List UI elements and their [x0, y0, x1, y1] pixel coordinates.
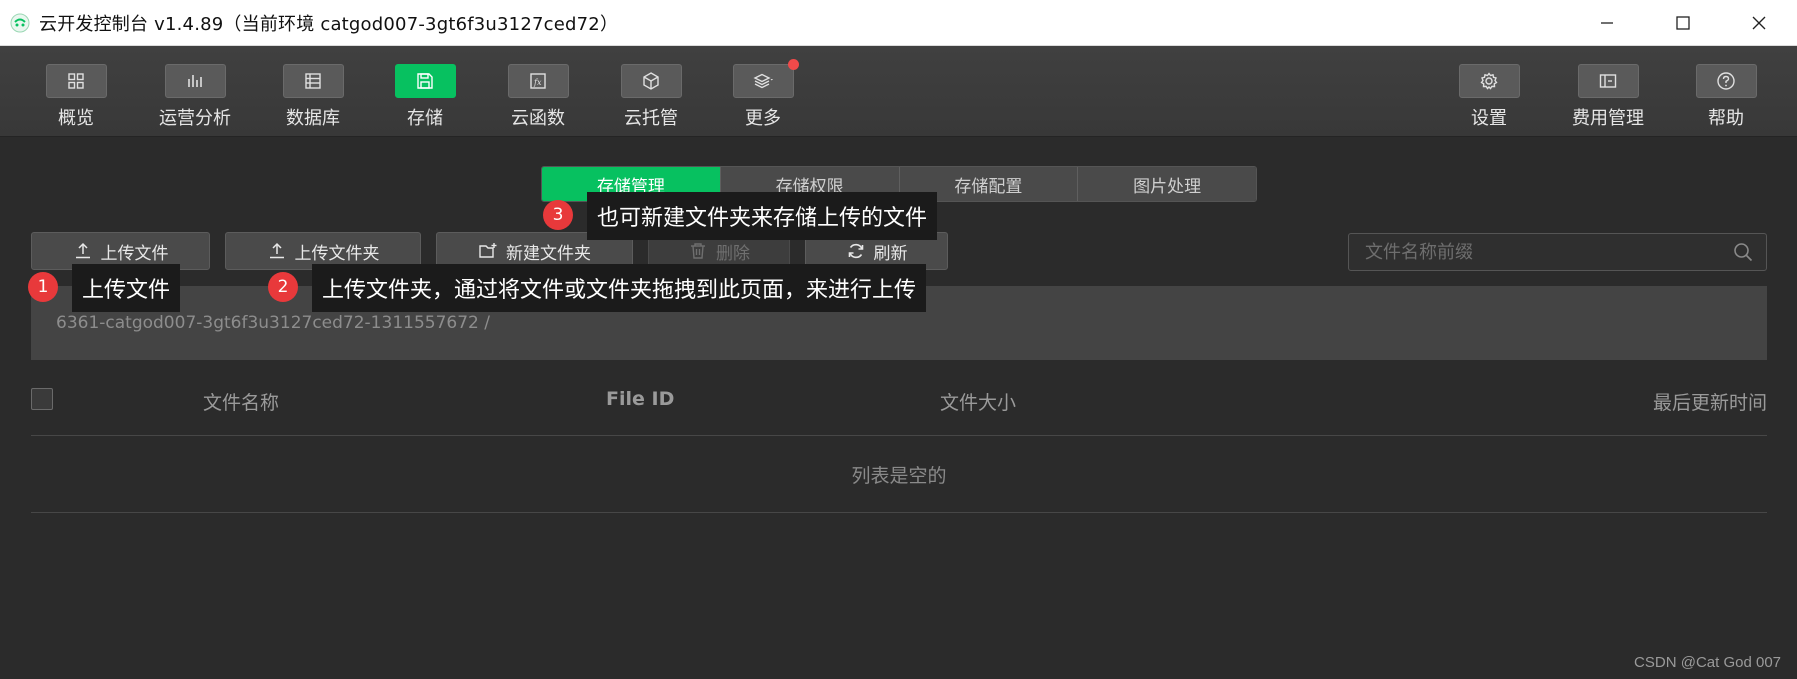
select-all-checkbox[interactable] [31, 388, 53, 410]
window-title: 云开发控制台 v1.4.89（当前环境 catgod007-3gt6f3u312… [39, 13, 619, 35]
title-bar: 云开发控制台 v1.4.89（当前环境 catgod007-3gt6f3u312… [0, 0, 1797, 46]
search-box [1348, 233, 1767, 271]
annotation-callout-2: 上传文件夹，通过将文件或文件夹拖拽到此页面，来进行上传 [312, 264, 927, 312]
toolbar-item-overview[interactable]: 概览 [21, 64, 131, 134]
wallet-icon [1599, 74, 1617, 88]
toolbar-label: 费用管理 [1572, 108, 1644, 129]
more-button[interactable] [732, 59, 799, 98]
maximize-icon [1676, 16, 1690, 30]
toolbar-item-storage[interactable]: 存储 [370, 64, 480, 134]
new-folder-icon [479, 243, 497, 258]
toolbar-item-analytics[interactable]: 运营分析 [140, 64, 250, 134]
database-button[interactable] [282, 64, 344, 98]
refresh-icon [848, 243, 863, 259]
function-icon: fx [530, 73, 546, 89]
search-icon[interactable] [1732, 241, 1754, 263]
help-button[interactable] [1695, 64, 1757, 98]
annotation-badge-2: 2 [268, 272, 298, 302]
table-header: 文件名称 File ID 文件大小 最后更新时间 [31, 376, 1767, 436]
app-logo-icon [10, 13, 30, 32]
toolbar-label: 云函数 [511, 108, 565, 129]
layers-icon [753, 73, 773, 89]
functions-button[interactable]: fx [507, 64, 569, 98]
column-header-updated-time: 最后更新时间 [1652, 392, 1767, 414]
analytics-button[interactable] [164, 64, 226, 98]
toolbar-label: 存储 [407, 108, 443, 129]
toolbar-label: 更多 [745, 108, 781, 129]
annotation-callout-1: 上传文件 [72, 264, 181, 312]
toolbar-label: 设置 [1471, 108, 1507, 129]
bar-chart-icon [188, 75, 202, 87]
toolbar-label: 概览 [58, 108, 94, 129]
main-toolbar: 概览 运营分析 数据库 存储 fx 云函数 云托管 更多 设置 费用管理 帮助 [0, 46, 1797, 137]
toolbar-label: 数据库 [286, 108, 340, 129]
watermark-text: CSDN @Cat God 007 [1634, 654, 1781, 671]
annotation-badge-1: 1 [28, 272, 58, 302]
overview-button[interactable] [45, 64, 107, 98]
billing-button[interactable] [1577, 64, 1639, 98]
annotation-badge-3: 3 [543, 200, 573, 230]
annotation-callout-3: 也可新建文件夹来存储上传的文件 [587, 192, 938, 240]
svg-text:fx: fx [533, 78, 542, 87]
toolbar-label: 运营分析 [159, 108, 231, 129]
toolbar-item-database[interactable]: 数据库 [258, 64, 368, 134]
maximize-button[interactable] [1645, 0, 1721, 46]
hosting-button[interactable] [620, 64, 682, 98]
close-button[interactable] [1721, 0, 1797, 46]
refresh-label: 刷新 [873, 243, 908, 264]
trash-icon [691, 243, 705, 259]
window-controls [1569, 0, 1797, 46]
gear-icon [1480, 72, 1498, 90]
upload-file-label: 上传文件 [100, 243, 169, 264]
storage-button[interactable] [394, 64, 456, 98]
help-icon [1717, 72, 1735, 90]
toolbar-label: 云托管 [624, 108, 678, 129]
column-header-file-name: 文件名称 [203, 392, 280, 414]
search-input[interactable] [1349, 241, 1732, 263]
settings-button[interactable] [1458, 64, 1520, 98]
new-folder-label: 新建文件夹 [506, 243, 591, 264]
toolbar-item-settings[interactable]: 设置 [1434, 64, 1544, 134]
column-header-file-size: 文件大小 [940, 392, 1017, 414]
upload-folder-label: 上传文件夹 [294, 243, 380, 264]
empty-list-message: 列表是空的 [31, 437, 1767, 513]
cube-icon [643, 72, 659, 90]
column-header-file-id: File ID [606, 388, 675, 410]
toolbar-label: 帮助 [1708, 108, 1744, 129]
minimize-button[interactable] [1569, 0, 1645, 46]
tab-image-processing[interactable]: 图片处理 [1078, 167, 1256, 201]
delete-label: 删除 [716, 243, 750, 264]
minimize-icon [1601, 22, 1613, 24]
toolbar-item-more[interactable]: 更多 [708, 59, 818, 134]
close-icon [1752, 16, 1766, 30]
upload-icon [269, 242, 284, 259]
floppy-disk-icon [417, 73, 433, 89]
toolbar-item-hosting[interactable]: 云托管 [596, 64, 706, 134]
grid-icon [68, 73, 84, 89]
toolbar-item-billing[interactable]: 费用管理 [1553, 64, 1663, 134]
database-icon [305, 73, 321, 89]
breadcrumb[interactable]: 6361-catgod007-3gt6f3u3127ced72-13115576… [56, 313, 490, 333]
toolbar-item-help[interactable]: 帮助 [1671, 64, 1781, 134]
upload-icon [75, 242, 90, 259]
toolbar-item-functions[interactable]: fx 云函数 [483, 64, 593, 134]
notification-dot [787, 59, 799, 70]
